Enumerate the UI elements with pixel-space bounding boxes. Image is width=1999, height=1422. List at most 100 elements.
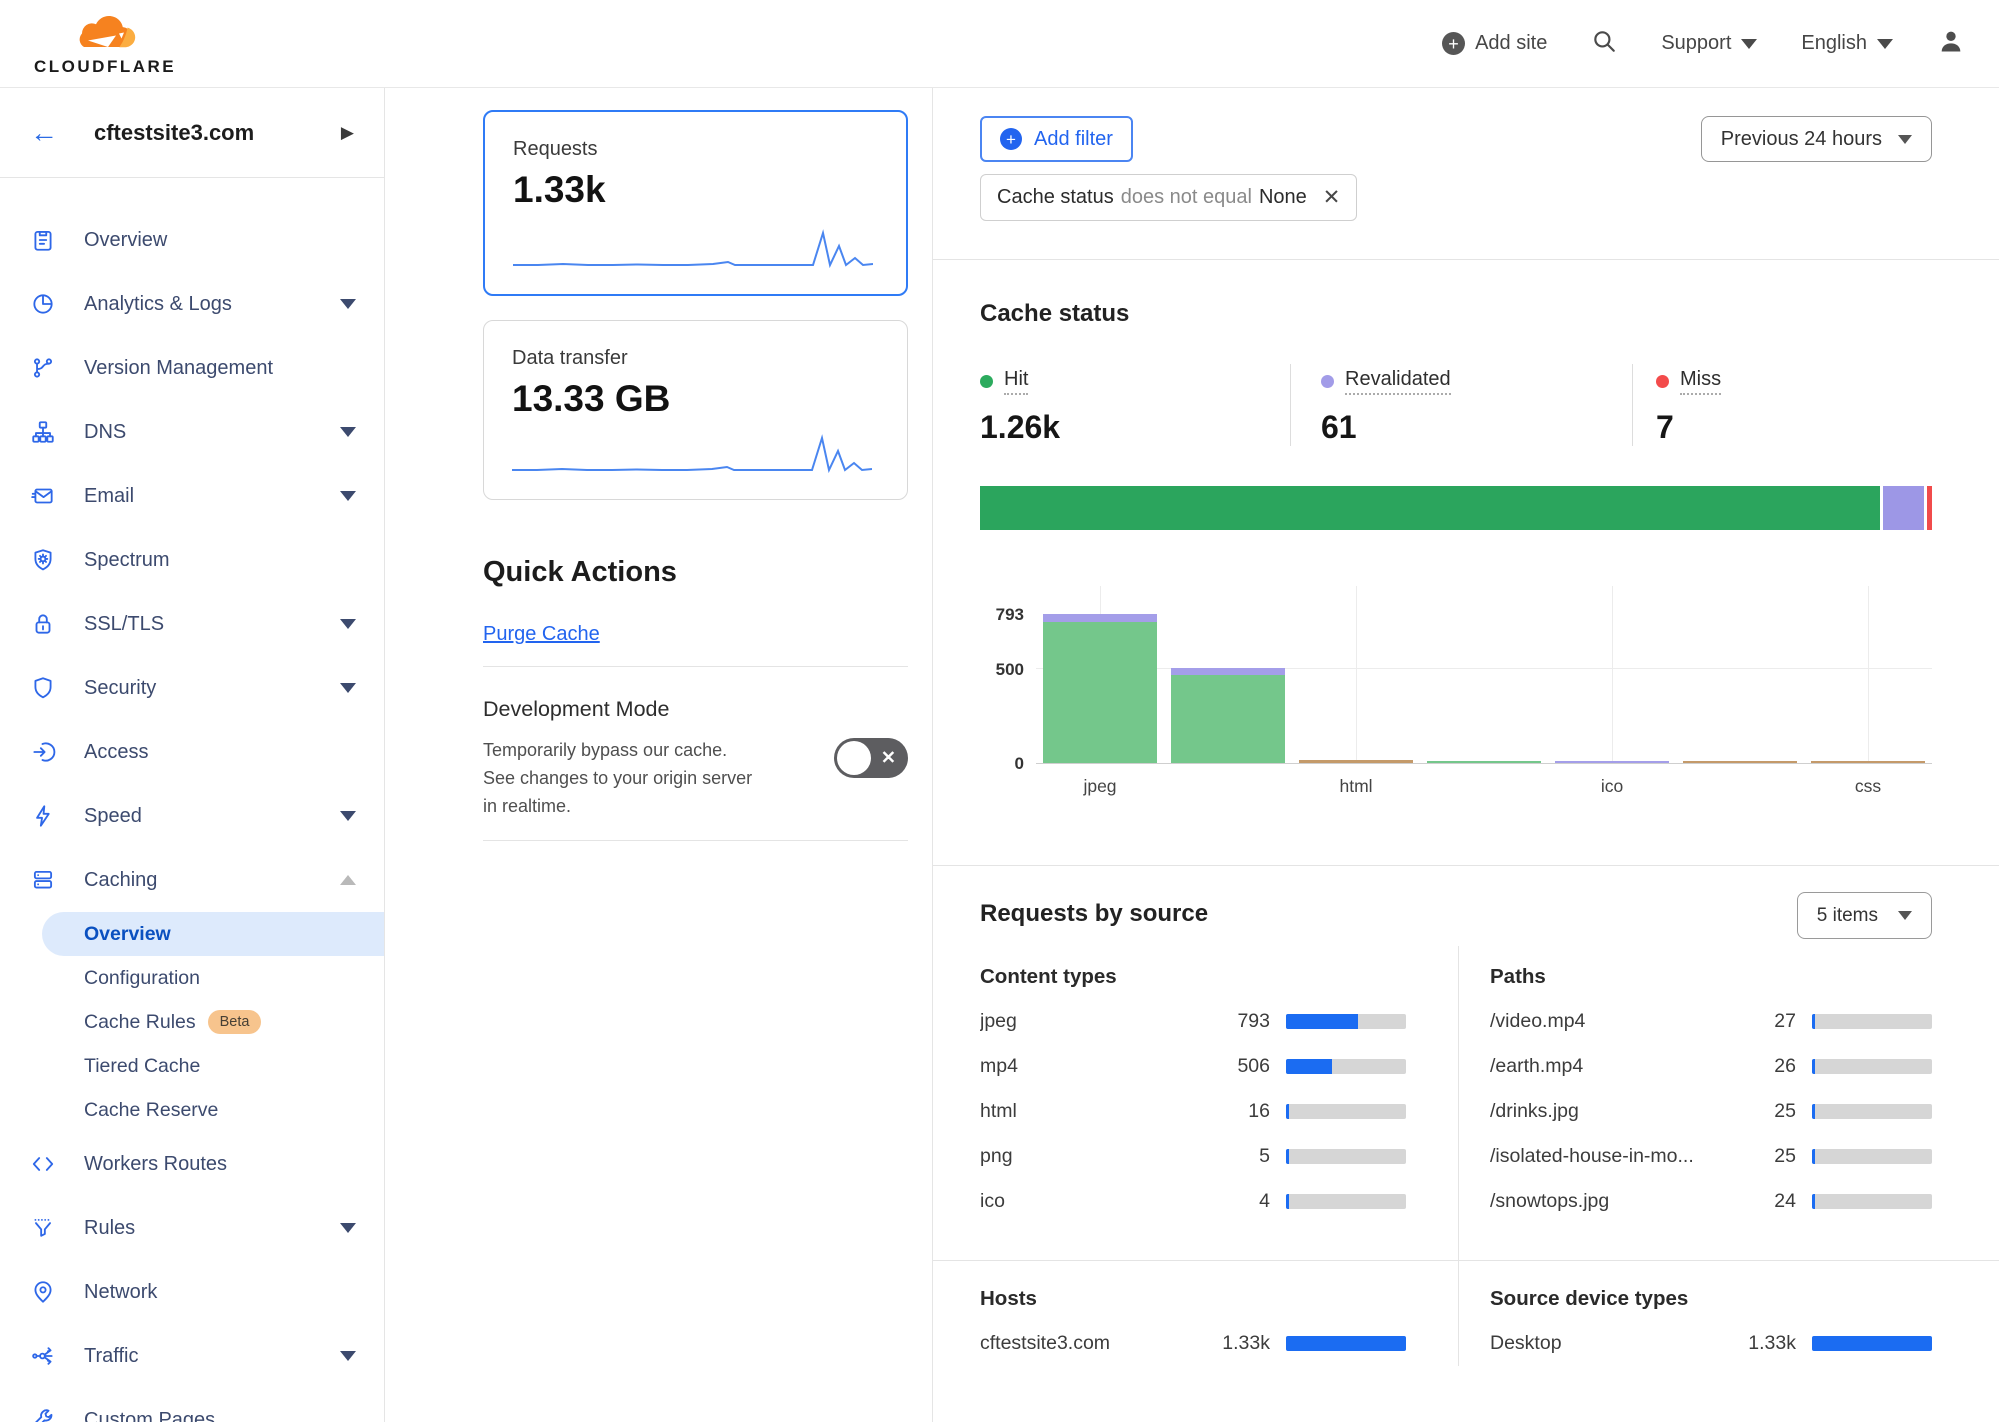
content-type-row: html16 [980,1089,1406,1134]
row-value: 4 [1200,1190,1270,1213]
chart-bar[interactable] [1171,668,1285,763]
plus-icon: + [1442,32,1465,55]
path-row: /snowtops.jpg24 [1490,1179,1932,1224]
requests-value: 1.33k [513,169,878,211]
divider [483,666,908,667]
chart-gridline-v [1868,586,1869,763]
chart-gridline-v [1356,586,1357,763]
sidebar-subitem-caching-cache-rules[interactable]: Cache RulesBeta [42,1000,384,1044]
development-mode-row: Temporarily bypass our cache. See change… [483,736,908,820]
chevron-down-icon [1898,135,1912,144]
y-axis-tick-label: 500 [996,660,1024,680]
cache-stat-hit: Hit1.26k [980,364,1290,446]
sidebar-item-network[interactable]: Network [0,1260,384,1324]
sidebar-item-ssl-tls[interactable]: SSL/TLS [0,592,384,656]
items-count-label: 5 items [1817,905,1878,927]
development-mode-description: Temporarily bypass our cache. See change… [483,736,761,820]
cache-status-stacked-bar [980,486,1932,530]
cache-stat-header: Hit [980,368,1290,395]
chart-bar[interactable] [1683,761,1797,763]
sidebar-item-label: Spectrum [84,549,170,572]
bolt-icon [30,803,56,829]
row-value: 26 [1726,1055,1796,1078]
requests-metric-card[interactable]: Requests 1.33k [483,110,908,296]
sidebar-subitem-label: Cache Rules [84,1011,196,1034]
remove-filter-icon[interactable]: ✕ [1323,185,1341,210]
row-bar-fill [1812,1336,1932,1351]
data-transfer-metric-card[interactable]: Data transfer 13.33 GB [483,320,908,500]
sidebar-item-dns[interactable]: DNS [0,400,384,464]
sidebar-item-caching[interactable]: Caching [0,848,384,912]
chart-bar-ico[interactable] [1555,761,1669,763]
cloudflare-cloud-icon [74,12,136,56]
x-axis-tick-label [1164,776,1292,797]
bar-segment-none [1683,761,1797,763]
sidebar-item-label: Overview [84,229,167,252]
branch-icon [30,355,56,381]
add-site-button[interactable]: + Add site [1442,32,1547,55]
sidebar-item-label: Workers Routes [84,1153,227,1176]
content-type-row: mp4506 [980,1044,1406,1089]
chevron-down-icon [340,1351,356,1361]
sidebar-item-rules[interactable]: Rules [0,1196,384,1260]
sidebar-item-overview[interactable]: Overview [0,208,384,272]
filter-chip[interactable]: Cache status does not equal None ✕ [980,174,1357,221]
sidebar-subitem-caching-tiered-cache[interactable]: Tiered Cache [42,1044,384,1088]
sidebar-item-spectrum[interactable]: Spectrum [0,528,384,592]
device-types-rows: Desktop1.33k [1490,1321,1932,1366]
sidebar-item-email[interactable]: Email [0,464,384,528]
sidebar-item-label: Custom Pages [84,1409,215,1422]
development-mode-toggle[interactable]: ✕ [834,738,908,778]
requests-by-source-header: Requests by source 5 items [980,866,1932,939]
content-types-rows: jpeg793mp4506html16png5ico4 [980,999,1406,1224]
language-label: English [1801,32,1867,55]
cache-stat-value: 61 [1321,409,1632,446]
envelope-icon [30,483,56,509]
cache-stat-label[interactable]: Miss [1680,368,1721,395]
chart-bar-css[interactable] [1811,761,1925,763]
sidebar-item-traffic[interactable]: Traffic [0,1324,384,1388]
content-type-row: jpeg793 [980,999,1406,1044]
sidebar-item-access[interactable]: Access [0,720,384,784]
language-menu[interactable]: English [1801,32,1893,55]
cache-stat-label[interactable]: Revalidated [1345,368,1451,395]
chart-bar[interactable] [1427,761,1541,763]
items-count-select[interactable]: 5 items [1797,892,1932,939]
add-filter-button[interactable]: + Add filter [980,116,1133,162]
search-button[interactable] [1591,28,1617,60]
paths-rows: /video.mp427/earth.mp426/drinks.jpg25/is… [1490,999,1932,1224]
back-arrow-icon[interactable]: ← [30,119,58,147]
time-range-select[interactable]: Previous 24 hours [1701,116,1932,162]
chart-bar-jpeg[interactable] [1043,614,1157,763]
chart-bar-html[interactable] [1299,760,1413,763]
purge-cache-link[interactable]: Purge Cache [483,623,600,646]
sidebar-item-security[interactable]: Security [0,656,384,720]
sidebar-item-analytics-logs[interactable]: Analytics & Logs [0,272,384,336]
hit-dot-icon [980,375,993,388]
site-switcher-icon[interactable]: ▶ [341,123,354,143]
sidebar-subitem-caching-cache-reserve[interactable]: Cache Reserve [42,1088,384,1132]
support-menu[interactable]: Support [1661,32,1757,55]
row-label: Desktop [1490,1332,1710,1355]
sidebar-subitem-caching-overview[interactable]: Overview [42,912,384,956]
x-axis-tick-label [1420,776,1548,797]
sidebar-subitem-caching-configuration[interactable]: Configuration [42,956,384,1000]
row-bar-track [1286,1104,1406,1119]
sidebar-item-workers-routes[interactable]: Workers Routes [0,1132,384,1196]
row-value: 793 [1200,1010,1270,1033]
sidebar-item-custom-pages[interactable]: Custom Pages [0,1388,384,1422]
account-button[interactable] [1937,27,1965,61]
cloudflare-logo[interactable]: CLOUDFLARE [34,12,176,75]
time-range-label: Previous 24 hours [1721,128,1882,151]
x-axis-tick-label: ico [1548,776,1676,797]
sidebar-item-version-management[interactable]: Version Management [0,336,384,400]
sidebar-item-speed[interactable]: Speed [0,784,384,848]
cache-stat-label[interactable]: Hit [1004,368,1028,395]
toggle-off-x-icon: ✕ [881,748,896,769]
hosts-title: Hosts [980,1287,1406,1311]
sidebar-subitem-label: Overview [84,923,171,946]
funnel-icon [30,1215,56,1241]
data-transfer-label: Data transfer [512,347,879,370]
analytics-panel: + Add filter Cache status does not equal… [933,88,1999,1422]
requests-sparkline [513,224,873,272]
